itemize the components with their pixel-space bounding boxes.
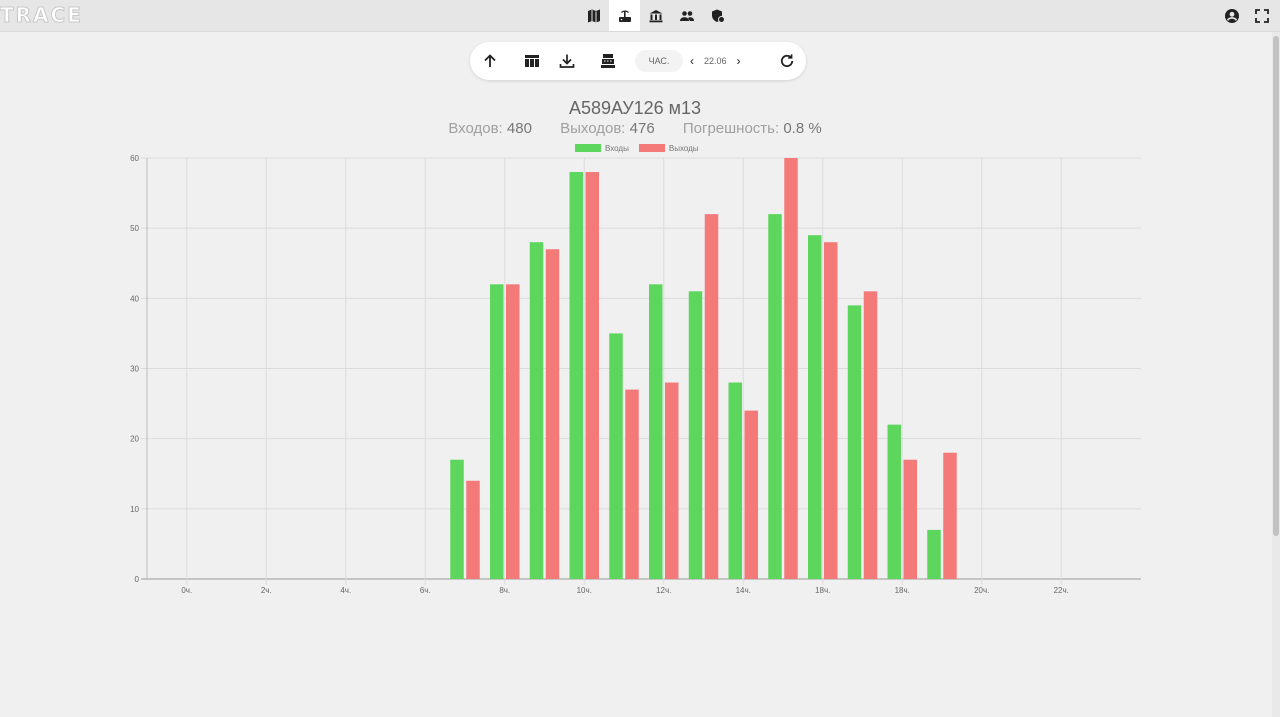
bar-entries bbox=[490, 284, 504, 579]
bar-entries bbox=[529, 242, 544, 579]
x-tick-label: 18ч. bbox=[895, 586, 910, 595]
bar-entries bbox=[847, 305, 862, 579]
x-tick-label: 4ч. bbox=[340, 586, 351, 595]
bar-exits bbox=[863, 291, 878, 579]
bar-exits bbox=[943, 452, 957, 579]
bar-exits bbox=[545, 249, 560, 579]
y-tick-label: 30 bbox=[130, 365, 139, 374]
bar-entries bbox=[569, 172, 583, 580]
bar-exits bbox=[784, 158, 798, 579]
y-tick-label: 60 bbox=[130, 154, 139, 163]
x-tick-label: 10ч. bbox=[577, 586, 592, 595]
bar-exits bbox=[824, 242, 838, 579]
y-tick-label: 10 bbox=[130, 505, 139, 514]
x-tick-label: 18ч. bbox=[815, 586, 830, 595]
bar-exits bbox=[466, 480, 480, 579]
bar-entries bbox=[808, 235, 822, 579]
y-tick-label: 40 bbox=[130, 294, 139, 303]
bar-exits bbox=[585, 172, 599, 580]
x-tick-label: 2ч. bbox=[261, 586, 272, 595]
bar-entries bbox=[688, 291, 703, 579]
bar-entries bbox=[450, 459, 464, 579]
y-tick-label: 50 bbox=[130, 224, 139, 233]
bar-exits bbox=[665, 382, 679, 579]
x-tick-label: 6ч. bbox=[420, 586, 431, 595]
bar-entries bbox=[927, 529, 941, 579]
bar-exits bbox=[903, 459, 917, 579]
bar-entries bbox=[609, 333, 623, 579]
bar-exits bbox=[625, 389, 639, 579]
scrollbar-thumb[interactable] bbox=[1273, 36, 1279, 536]
x-tick-label: 20ч. bbox=[974, 586, 989, 595]
bar-exits bbox=[704, 214, 719, 579]
x-tick-label: 22ч. bbox=[1054, 586, 1069, 595]
x-tick-label: 8ч. bbox=[499, 586, 510, 595]
bar-exits bbox=[506, 284, 520, 579]
x-tick-label: 14ч. bbox=[736, 586, 751, 595]
x-tick-label: 0ч. bbox=[181, 586, 192, 595]
x-tick-label: 12ч. bbox=[656, 586, 671, 595]
bar-entries bbox=[768, 214, 782, 579]
bar-exits bbox=[744, 410, 758, 579]
bar-chart: 0 10 20 30 40 50 60 0ч. 2ч. 4ч. 6ч. 8ч. 10ч. 12ч. 14ч.… bbox=[130, 154, 1141, 595]
y-tick-label: 20 bbox=[130, 435, 139, 444]
bar-entries bbox=[887, 424, 901, 579]
bar-entries bbox=[649, 284, 663, 579]
y-tick-label: 0 bbox=[135, 575, 140, 584]
bar-entries bbox=[728, 382, 742, 579]
